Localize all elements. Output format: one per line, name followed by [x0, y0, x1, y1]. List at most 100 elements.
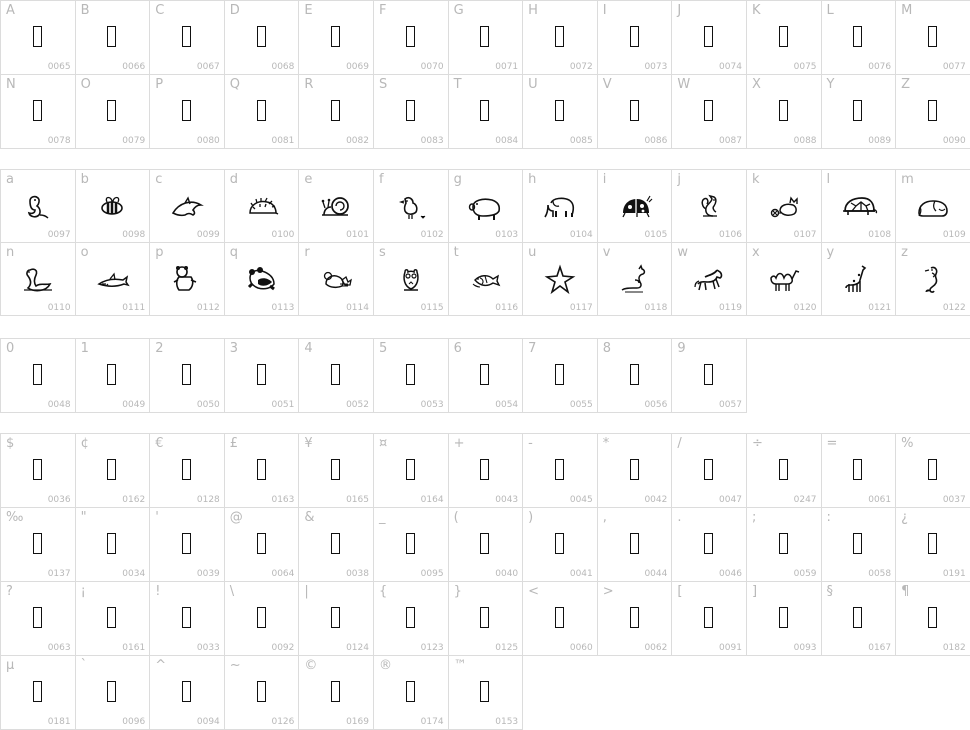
- glyph-cell: y 0121: [821, 243, 897, 316]
- glyph-code-label: 0126: [271, 717, 295, 727]
- glyph-code-label: 0120: [793, 303, 817, 313]
- glyph-cell: X 0088: [746, 75, 822, 149]
- glyph-cell: L 0076: [821, 1, 897, 75]
- glyph-code-label: 0074: [719, 62, 742, 72]
- glyph-cell: M 0077: [896, 1, 970, 75]
- glyph-char-label: G: [453, 3, 464, 18]
- glyph-char-label: ^: [155, 658, 167, 673]
- glyph-char-label: ¿: [901, 510, 909, 525]
- glyph-cell: / 0047: [672, 434, 747, 508]
- glyph-char-label: v: [602, 245, 611, 260]
- glyph-cell: [0091: [672, 582, 747, 656]
- glyph-cell: f 0102: [373, 170, 449, 243]
- missing-glyph-box: [554, 458, 564, 480]
- glyph-cell: J 0074: [672, 1, 747, 75]
- glyph-char-label: y: [826, 245, 835, 260]
- glyph-char-label: f: [378, 172, 384, 187]
- glyph-cell: * 0042: [597, 434, 673, 508]
- glyph-cell: ‰ 0137: [1, 508, 76, 582]
- glyph-cell: . 0046: [672, 508, 747, 582]
- seal-icon: [20, 189, 56, 223]
- glyph-cell: ? 0063: [1, 582, 76, 656]
- glyph-char-label: b: [80, 172, 89, 187]
- glyph-char-label: +: [453, 436, 465, 451]
- glyph-char-label: Y: [826, 77, 835, 92]
- missing-glyph-box: [853, 532, 863, 554]
- fish-icon: [467, 262, 503, 296]
- glyph-char-label: d: [229, 172, 239, 187]
- glyph-cell: (0040: [448, 508, 524, 582]
- missing-glyph-box: [181, 25, 191, 47]
- glyph-cell: Y 0089: [821, 75, 897, 149]
- glyph-char-label: N: [6, 77, 16, 92]
- glyph-cell: W 0087: [672, 75, 747, 149]
- glyph-cell: ' 0039: [150, 508, 225, 582]
- glyph-cell: V 0086: [597, 75, 673, 149]
- missing-glyph-box: [853, 25, 863, 47]
- missing-glyph-box: [480, 363, 490, 385]
- glyph-cell: l 0108: [821, 170, 897, 243]
- missing-glyph-box: [107, 99, 117, 121]
- glyph-code-label: 0080: [196, 136, 220, 146]
- glyph-code-label: 0069: [346, 62, 369, 72]
- missing-glyph-box: [480, 532, 490, 554]
- missing-glyph-box: [32, 680, 42, 702]
- glyph-cell: i 0105: [597, 170, 673, 243]
- glyph-char-label: 4: [304, 341, 313, 356]
- missing-glyph-box: [704, 532, 714, 554]
- glyph-cell: S 0083: [373, 75, 449, 149]
- glyph-cell: h 0104: [523, 170, 598, 243]
- glyph-cell: s 0115: [373, 243, 449, 316]
- glyph-code-label: 0109: [942, 230, 966, 240]
- glyph-char-label: 2: [155, 341, 164, 356]
- glyph-char-label: 8: [602, 341, 612, 356]
- glyph-char-label: X: [751, 77, 761, 92]
- glyph-code-label: 0106: [719, 230, 742, 240]
- glyph-char-label: ': [155, 510, 159, 525]
- glyph-cell: % 0037: [896, 434, 970, 508]
- glyph-cell: T 0084: [448, 75, 524, 149]
- glyph-code-label: 0164: [420, 495, 444, 505]
- glyph-cell: >0062: [597, 582, 673, 656]
- glyph-code-label: 0073: [644, 62, 668, 72]
- missing-glyph-box: [256, 680, 266, 702]
- glyph-code-label: 0083: [420, 136, 444, 146]
- glyph-code-label: 0137: [47, 569, 71, 579]
- missing-glyph-box: [107, 25, 117, 47]
- glyph-code-label: 0079: [122, 136, 146, 146]
- glyph-char-label: k: [751, 172, 760, 187]
- glyph-code-label: 0070: [420, 62, 444, 72]
- glyph-code-label: 0053: [420, 400, 444, 410]
- glyph-cell: r 0114: [299, 243, 374, 316]
- glyph-code-label: 0034: [122, 569, 146, 579]
- missing-glyph-box: [107, 363, 117, 385]
- glyph-code-label: 0090: [942, 136, 966, 146]
- glyph-cell: R 0082: [299, 75, 374, 149]
- glyph-cell: N 0078: [1, 75, 76, 149]
- glyph-cell: ¡ 0161: [75, 582, 151, 656]
- missing-glyph-box: [256, 363, 266, 385]
- missing-glyph-box: [554, 99, 564, 121]
- glyph-cell: I 0073: [597, 1, 673, 75]
- glyph-char-label: J: [677, 3, 682, 18]
- glyph-code-label: 0055: [569, 400, 593, 410]
- glyph-cell: - 0045: [523, 434, 598, 508]
- missing-glyph-box: [331, 680, 341, 702]
- glyph-char-label: *: [602, 436, 610, 451]
- hedgehog-icon: [244, 189, 280, 223]
- ladybug-icon: [617, 189, 653, 223]
- glyph-cell: K 0075: [746, 1, 822, 75]
- glyph-cell: u 0117: [523, 243, 598, 316]
- glyph-char-label: 3: [229, 341, 239, 356]
- glyph-char-label: s: [378, 245, 386, 260]
- glyph-cell: 1 0049: [75, 339, 151, 413]
- missing-glyph-box: [853, 606, 863, 628]
- glyph-cell: 2 0050: [150, 339, 225, 413]
- glyph-code-label: 0049: [122, 400, 146, 410]
- glyph-char-label: %: [901, 436, 914, 451]
- glyph-char-label: e: [304, 172, 313, 187]
- missing-glyph-box: [704, 25, 714, 47]
- glyph-char-label: ": [80, 510, 87, 525]
- glyph-code-label: 0082: [346, 136, 369, 146]
- missing-glyph-box: [405, 458, 415, 480]
